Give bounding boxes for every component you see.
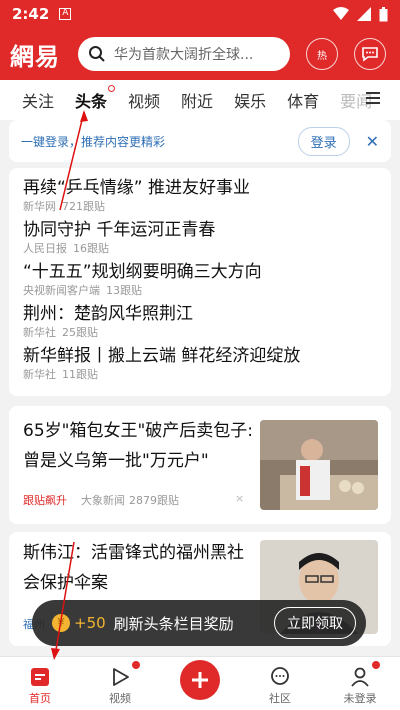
login-button[interactable]: 登录 xyxy=(297,126,350,156)
nav-label: 首页 xyxy=(29,692,51,705)
message-button[interactable] xyxy=(354,38,386,70)
chat-icon xyxy=(271,667,289,685)
headline-title: 再续“乒乓情缘” 推进友好事业 xyxy=(23,178,251,198)
app-header: 網易 华为首款大阔折全球... 热 xyxy=(0,28,400,80)
headline-source: 人民日报 xyxy=(23,242,67,255)
hot-label: 热 xyxy=(317,50,327,62)
headline-title: “十五五”规划纲要明确三大方向 xyxy=(23,262,262,282)
claim-now-button[interactable]: 立即领取 xyxy=(274,607,356,639)
reward-text: 刷新头条栏目奖励 xyxy=(113,614,234,633)
headline-title: 新华鲜报丨搬上云端 鲜花经济迎绽放 xyxy=(23,346,301,366)
nav-publish[interactable] xyxy=(160,657,240,710)
tab-sports[interactable]: 体育 xyxy=(287,88,319,112)
headline-item[interactable]: 再续“乒乓情缘” 推进友好事业 新华网 721跟贴 xyxy=(23,176,377,214)
search-icon xyxy=(89,46,105,62)
headline-comments: 16跟贴 xyxy=(73,242,109,255)
tab-headlines-label: 头条 xyxy=(75,92,108,111)
signal-icon xyxy=(357,7,371,21)
dismiss-icon[interactable]: × xyxy=(235,492,244,505)
menu-icon[interactable] xyxy=(366,90,380,106)
headline-title: 协同守护 千年运河正青春 xyxy=(23,220,216,240)
login-prompt-text[interactable]: 一键登录，推荐内容更精彩 xyxy=(21,133,165,150)
reward-amount: +50 xyxy=(74,614,106,632)
netease-logo[interactable]: 網易 xyxy=(10,37,78,72)
search-bar[interactable]: 华为首款大阔折全球... xyxy=(78,37,290,71)
headline-item[interactable]: 协同守护 千年运河正青春 人民日报 16跟贴 xyxy=(23,218,377,256)
message-icon xyxy=(362,47,378,62)
article-source: 大象新闻 xyxy=(81,494,125,507)
nav-video[interactable]: 视频 xyxy=(80,657,160,710)
headline-source: 新华社 xyxy=(23,326,56,339)
tab-new-dot xyxy=(108,85,116,92)
headline-source: 新华社 xyxy=(23,368,56,381)
article-title: 斯伟江：活雷锋式的福州黑社会保护伞案 xyxy=(23,543,244,593)
article-thumbnail xyxy=(260,420,378,510)
status-time: 2:42 xyxy=(12,5,50,23)
tab-video[interactable]: 视频 xyxy=(128,88,160,112)
tab-nearby[interactable]: 附近 xyxy=(181,88,213,112)
nav-label: 社区 xyxy=(269,692,291,705)
nav-label: 视频 xyxy=(109,692,131,705)
nav-community[interactable]: 社区 xyxy=(240,657,320,710)
tab-follow[interactable]: 关注 xyxy=(22,88,54,112)
headline-source: 新华网 xyxy=(23,200,56,213)
home-icon xyxy=(31,668,49,686)
headline-item[interactable]: 荆州：楚韵风华照荆江 新华社 25跟贴 xyxy=(23,302,377,340)
headline-item[interactable]: “十五五”规划纲要明确三大方向 央视新闻客户端 13跟贴 xyxy=(23,260,377,298)
close-icon[interactable]: ✕ xyxy=(366,132,379,151)
article-meta: 跟贴飙升 大象新闻 2879跟贴 xyxy=(23,492,179,508)
nav-badge-dot xyxy=(372,661,380,669)
login-prompt-bar: 一键登录，推荐内容更精彩 登录 ✕ xyxy=(9,120,391,162)
nav-badge-dot xyxy=(132,661,140,669)
status-right-icons xyxy=(333,6,388,22)
search-placeholder: 华为首款大阔折全球... xyxy=(114,47,254,63)
headline-list-card: 再续“乒乓情缘” 推进友好事业 新华网 721跟贴 协同守护 千年运河正青春 人民… xyxy=(9,168,391,396)
wifi-icon xyxy=(333,7,349,20)
article-comments: 2879跟贴 xyxy=(129,494,179,507)
article-card[interactable]: 65岁"箱包女王"破产后卖包子:曾是义乌第一批"万元户" 跟贴飙升 大象新闻 287… xyxy=(9,406,391,524)
play-icon xyxy=(113,668,129,686)
headline-comments: 11跟贴 xyxy=(62,368,98,381)
status-bar: 2:42 A xyxy=(0,0,400,28)
bottom-nav: 首页 视频 社区 未登录 xyxy=(0,656,400,710)
plus-icon xyxy=(192,672,208,688)
publish-button xyxy=(180,660,220,700)
user-icon xyxy=(351,667,369,687)
headline-comments: 25跟贴 xyxy=(62,326,98,339)
nav-label: 未登录 xyxy=(343,692,377,705)
tab-entertainment[interactable]: 娱乐 xyxy=(234,88,266,112)
headline-comments: 13跟贴 xyxy=(106,284,142,297)
battery-icon xyxy=(379,6,388,21)
article-title: 65岁"箱包女王"破产后卖包子:曾是义乌第一批"万元户" xyxy=(23,421,253,471)
hot-button[interactable]: 热 xyxy=(306,38,338,70)
nav-home[interactable]: 首页 xyxy=(0,657,80,710)
reward-toast: ¥ +50 刷新头条栏目奖励 立即领取 xyxy=(32,600,366,646)
coin-icon: ¥ xyxy=(52,614,70,632)
headline-title: 荆州：楚韵风华照荆江 xyxy=(23,304,193,324)
tab-headlines[interactable]: 头条 xyxy=(75,85,116,112)
notification-a-icon: A xyxy=(59,8,72,20)
headline-item[interactable]: 新华鲜报丨搬上云端 鲜花经济迎绽放 新华社 11跟贴 xyxy=(23,344,377,382)
headline-comments: 721跟贴 xyxy=(62,200,105,213)
channel-tabs: 关注 头条 视频 附近 娱乐 体育 要闻 xyxy=(0,80,400,120)
headline-source: 央视新闻客户端 xyxy=(23,284,100,297)
hot-tag: 跟贴飙升 xyxy=(23,494,67,507)
nav-profile[interactable]: 未登录 xyxy=(320,657,400,710)
